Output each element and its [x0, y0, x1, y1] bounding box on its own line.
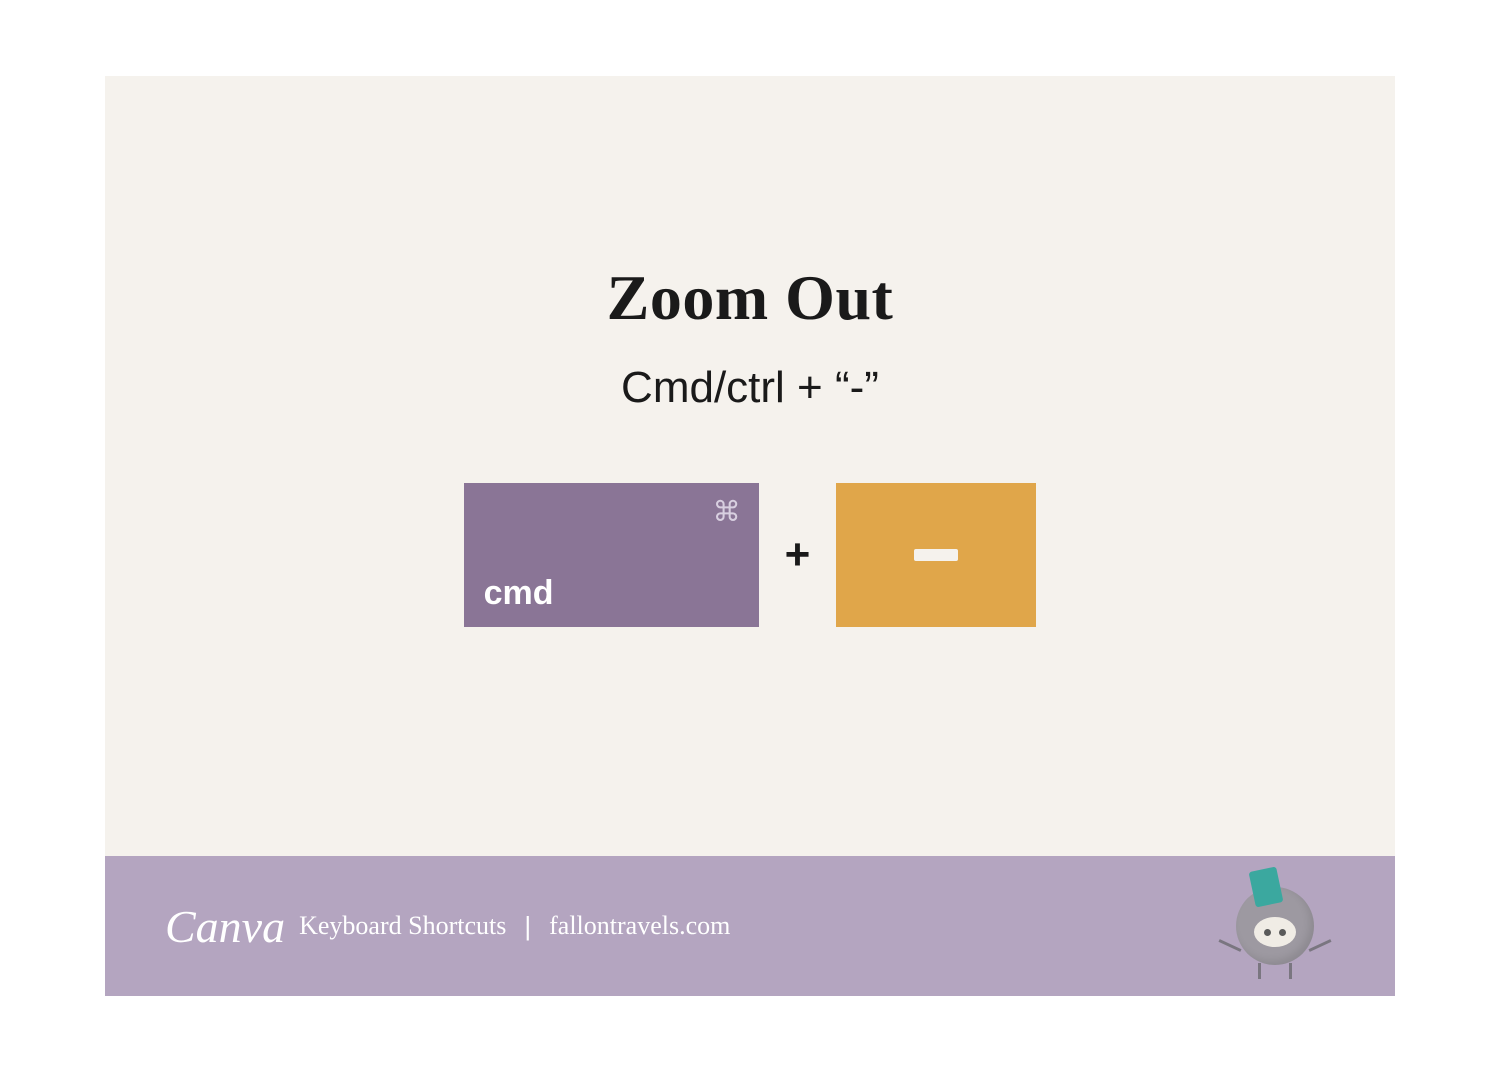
footer-site: fallontravels.com [549, 911, 730, 941]
mascot-flag-icon [1249, 866, 1284, 907]
shortcut-card: Zoom Out Cmd/ctrl + “-” ⌘ cmd + Canva Ke… [105, 76, 1395, 996]
cmd-key: ⌘ cmd [464, 483, 759, 627]
mascot-eye-left [1264, 929, 1271, 936]
cmd-symbol-icon: ⌘ [713, 495, 741, 528]
mascot-leg-right [1289, 963, 1292, 979]
mascot-face [1254, 917, 1296, 947]
footer-left: Canva Keyboard Shortcuts | fallontravels… [165, 900, 730, 953]
mascot-body [1236, 887, 1314, 965]
cmd-key-label: cmd [484, 574, 554, 613]
footer-divider: | [524, 911, 531, 942]
mascot-arm-right [1308, 939, 1331, 952]
minus-icon [914, 549, 958, 561]
shortcut-subtitle: Cmd/ctrl + “-” [621, 363, 879, 413]
minus-key [836, 483, 1036, 627]
shortcut-title: Zoom Out [607, 261, 894, 335]
mascot-arm-left [1218, 939, 1241, 952]
plus-sign: + [785, 530, 811, 580]
footer-label: Keyboard Shortcuts [299, 911, 506, 941]
footer: Canva Keyboard Shortcuts | fallontravels… [105, 856, 1395, 996]
mascot-illustration [1215, 876, 1335, 976]
mascot-leg-left [1258, 963, 1261, 979]
main-content: Zoom Out Cmd/ctrl + “-” ⌘ cmd + [105, 76, 1395, 856]
canva-logo: Canva [165, 900, 285, 953]
mascot-eye-right [1279, 929, 1286, 936]
keyboard-row: ⌘ cmd + [464, 483, 1037, 627]
